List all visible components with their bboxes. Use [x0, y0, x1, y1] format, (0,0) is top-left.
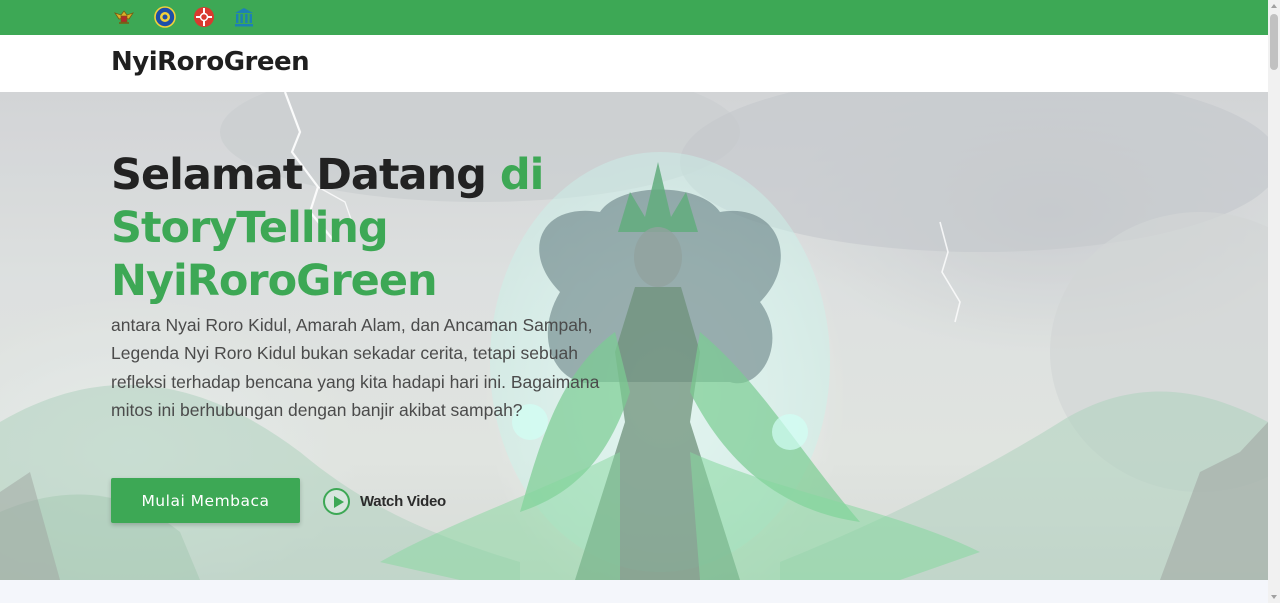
- next-section-strip: [0, 580, 1268, 603]
- hero-title: Selamat Datang di StoryTelling NyiRoroGr…: [111, 149, 671, 308]
- scrollbar-thumb[interactable]: [1270, 14, 1278, 70]
- red-badge-icon[interactable]: [193, 6, 215, 28]
- scroll-down-icon[interactable]: [1271, 595, 1277, 599]
- university-seal-icon[interactable]: [154, 6, 176, 28]
- scroll-up-icon[interactable]: [1271, 4, 1277, 8]
- play-icon[interactable]: [323, 487, 350, 515]
- unesco-icon[interactable]: [233, 6, 255, 28]
- start-reading-button[interactable]: Mulai Membaca: [111, 478, 300, 523]
- hero-section: Selamat Datang di StoryTelling NyiRoroGr…: [0, 92, 1268, 580]
- watch-video-button[interactable]: Watch Video: [323, 486, 446, 516]
- hero-title-part1: Selamat Datang: [111, 150, 500, 200]
- top-bar: [0, 0, 1268, 35]
- hero-description: antara Nyai Roro Kidul, Amarah Alam, dan…: [111, 315, 600, 420]
- garuda-emblem-icon[interactable]: [113, 6, 135, 28]
- site-header: NyiRoroGreen: [0, 35, 1268, 92]
- brand-logo-text[interactable]: NyiRoroGreen: [111, 47, 310, 77]
- watch-video-label[interactable]: Watch Video: [360, 493, 446, 510]
- page-scrollbar[interactable]: [1268, 0, 1280, 603]
